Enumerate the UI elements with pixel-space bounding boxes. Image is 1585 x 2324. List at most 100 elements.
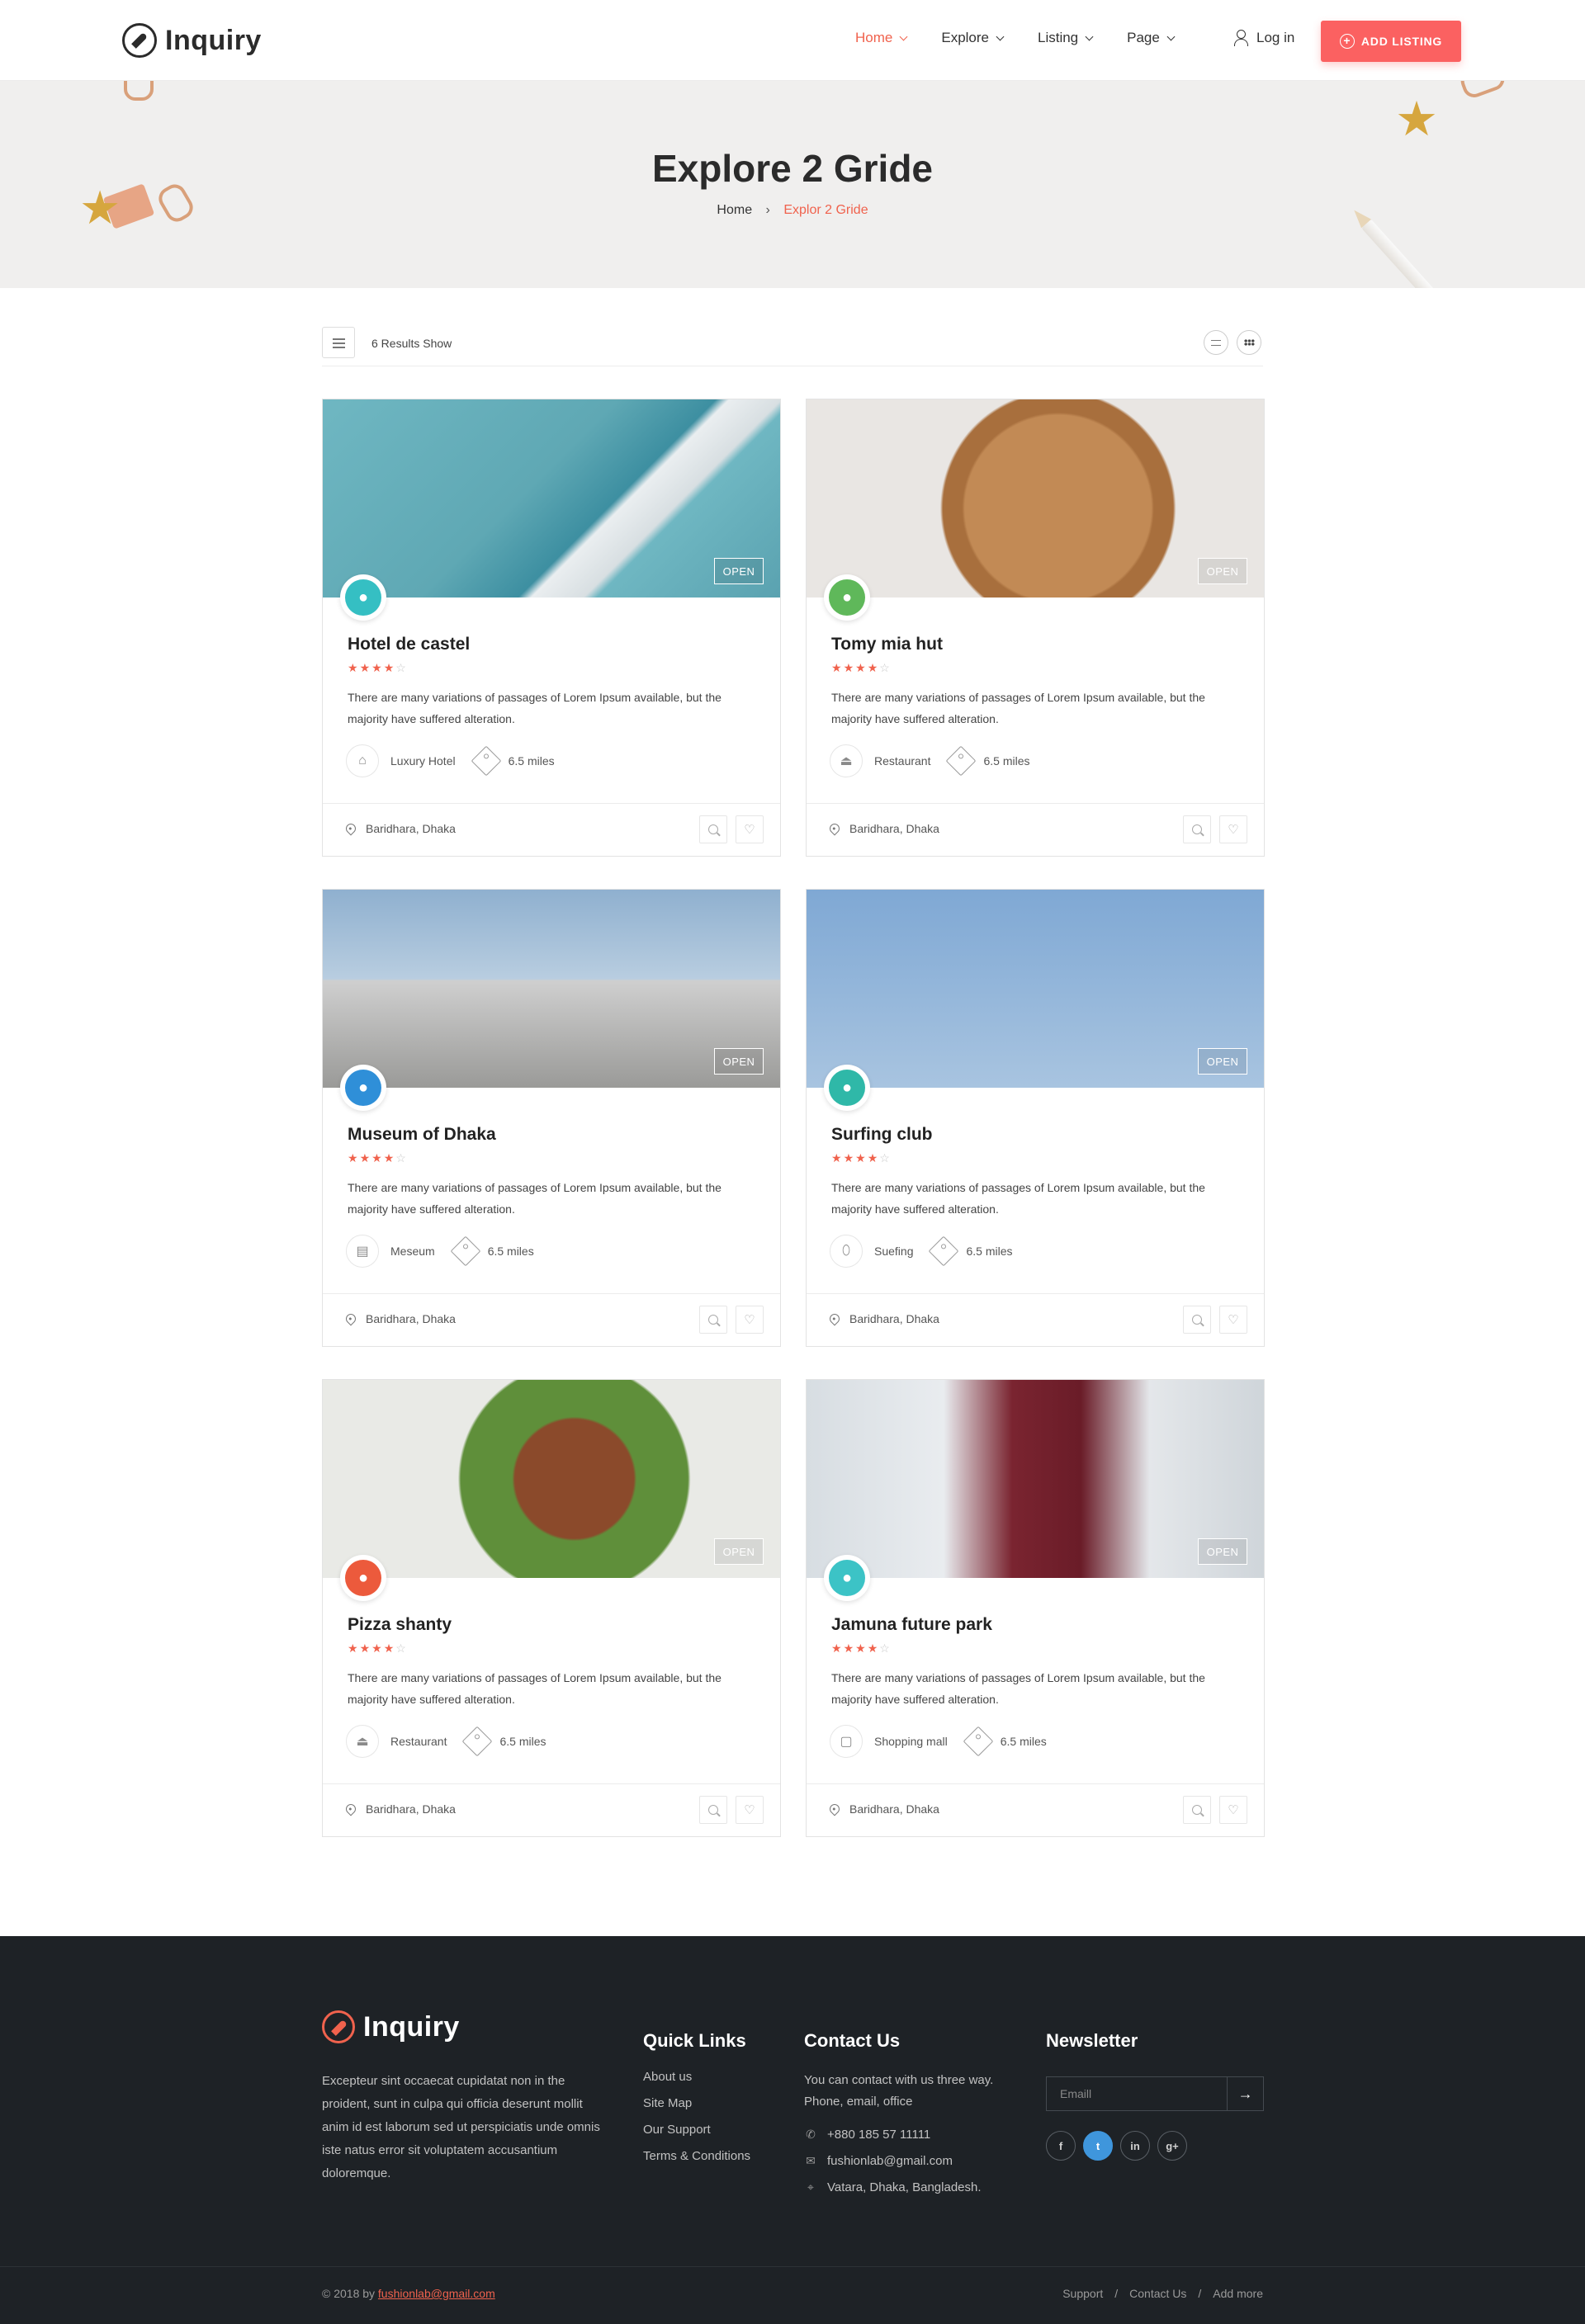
listing-meta: ▤ Meseum 6.5 miles (346, 1235, 534, 1268)
zoom-icon (1192, 1805, 1202, 1815)
footer-link[interactable]: Site Map (643, 2096, 750, 2123)
mail-icon: ✉ (806, 2153, 816, 2167)
listing-image[interactable] (323, 399, 780, 598)
listing-card[interactable]: OPEN ● Tomy mia hut ★★★★☆ There are many… (806, 399, 1265, 857)
footer-link[interactable]: Terms & Conditions (643, 2149, 750, 2175)
listing-distance: 6.5 miles (487, 1245, 534, 1258)
linkedin-icon[interactable]: in (1120, 2131, 1150, 2161)
logo-text: Inquiry (165, 24, 262, 56)
contact-phone: ✆ +880 185 57 11111 (804, 2121, 1035, 2147)
favorite-button[interactable]: ♡ (1219, 1306, 1247, 1334)
nav-item-page[interactable]: Page (1127, 30, 1176, 46)
login-link[interactable]: Log in (1233, 30, 1294, 46)
bottom-link-support[interactable]: Support (1062, 2287, 1103, 2300)
filter-list-button[interactable] (322, 327, 355, 358)
email-value[interactable]: fushionlab@gmail.com (827, 2154, 953, 2168)
tag-icon (963, 1726, 994, 1757)
grid-view-button[interactable] (1237, 330, 1261, 355)
bottom-links: Support / Contact Us / Add more (1062, 2287, 1263, 2300)
star-icon: ★ (371, 1151, 384, 1164)
site-footer: Inquiry Excepteur sint occaecat cupidata… (0, 1936, 1585, 2324)
bottom-link-add-more[interactable]: Add more (1213, 2287, 1263, 2300)
listing-meta: ⏏ Restaurant 6.5 miles (830, 744, 1030, 777)
favorite-button[interactable]: ♡ (1219, 815, 1247, 843)
zoom-button[interactable] (1183, 1796, 1211, 1824)
listing-title[interactable]: Jamuna future park (831, 1615, 992, 1635)
newsletter-submit-button[interactable]: → (1227, 2077, 1263, 2110)
list-view-icon (1211, 339, 1221, 346)
chevron-down-icon (1085, 32, 1094, 40)
address-value: Vatara, Dhaka, Bangladesh. (827, 2180, 982, 2194)
separator: / (1198, 2287, 1202, 2300)
listing-title[interactable]: Tomy mia hut (831, 635, 943, 654)
star-icon: ★ (855, 1641, 868, 1655)
listing-card[interactable]: OPEN ● Museum of Dhaka ★★★★☆ There are m… (322, 889, 781, 1347)
listing-location: Baridhara, Dhaka (343, 1311, 456, 1326)
favorite-button[interactable]: ♡ (736, 815, 764, 843)
listing-title[interactable]: Hotel de castel (348, 635, 470, 654)
listing-description: There are many variations of passages of… (831, 1181, 1205, 1216)
nav-item-listing[interactable]: Listing (1038, 30, 1094, 46)
page-title: Explore 2 Gride (651, 147, 933, 190)
favorite-button[interactable]: ♡ (736, 1796, 764, 1824)
nav-item-explore[interactable]: Explore (941, 30, 1005, 46)
listing-image[interactable] (807, 399, 1264, 598)
zoom-button[interactable] (1183, 815, 1211, 843)
heart-icon: ♡ (744, 1803, 755, 1817)
listing-category: Meseum (390, 1245, 435, 1258)
zoom-button[interactable] (1183, 1306, 1211, 1334)
footer-link[interactable]: About us (643, 2070, 750, 2096)
zoom-button[interactable] (699, 815, 727, 843)
nav-item-home[interactable]: Home (855, 30, 908, 46)
breadcrumb-home[interactable]: Home (717, 203, 752, 217)
listing-image[interactable] (807, 890, 1264, 1088)
copyright-email-link[interactable]: fushionlab@gmail.com (378, 2287, 495, 2300)
plus-circle-icon: + (1339, 34, 1355, 49)
footer-logo[interactable]: Inquiry (322, 2010, 460, 2043)
listing-card[interactable]: OPEN ● Surfing club ★★★★☆ There are many… (806, 889, 1265, 1347)
star-icon: ☆ (879, 661, 892, 674)
chevron-down-icon (1166, 32, 1176, 40)
listing-image[interactable] (807, 1380, 1264, 1578)
zoom-button[interactable] (699, 1796, 727, 1824)
zoom-icon (708, 824, 718, 834)
favorite-button[interactable]: ♡ (1219, 1796, 1247, 1824)
site-header: Inquiry Home Explore Listing Page Log in… (0, 0, 1585, 81)
newsletter-email-input[interactable]: Emaill (1047, 2077, 1227, 2110)
add-listing-button[interactable]: + ADD LISTING (1321, 21, 1461, 62)
listing-image[interactable] (323, 890, 780, 1088)
brand-logo-icon: ● (829, 1560, 865, 1596)
favorite-button[interactable]: ♡ (736, 1306, 764, 1334)
listing-category: Restaurant (874, 754, 931, 768)
zoom-button[interactable] (699, 1306, 727, 1334)
zoom-icon (708, 1805, 718, 1815)
listing-card[interactable]: OPEN ● Pizza shanty ★★★★☆ There are many… (322, 1379, 781, 1837)
listing-location: Baridhara, Dhaka (827, 1802, 939, 1816)
user-icon (1233, 30, 1248, 46)
copyright: © 2018 by fushionlab@gmail.com (322, 2287, 495, 2300)
nav-label: Explore (941, 30, 989, 45)
twitter-icon[interactable]: t (1083, 2131, 1113, 2161)
location-text: Baridhara, Dhaka (366, 1312, 456, 1325)
footer-link[interactable]: Our Support (643, 2123, 750, 2149)
heart-icon: ♡ (1228, 1313, 1239, 1327)
list-view-button[interactable] (1204, 330, 1228, 355)
listing-title[interactable]: Museum of Dhaka (348, 1125, 496, 1145)
listing-title[interactable]: Surfing club (831, 1125, 933, 1145)
bottom-link-contact[interactable]: Contact Us (1129, 2287, 1186, 2300)
star-icon: ☆ (395, 1151, 408, 1164)
listing-card[interactable]: OPEN ● Hotel de castel ★★★★☆ There are m… (322, 399, 781, 857)
listing-card[interactable]: OPEN ● Jamuna future park ★★★★☆ There ar… (806, 1379, 1265, 1837)
logo[interactable]: Inquiry (122, 23, 262, 58)
star-icon: ★ (831, 1641, 844, 1655)
listing-title[interactable]: Pizza shanty (348, 1615, 452, 1635)
listing-description: There are many variations of passages of… (348, 1181, 722, 1216)
listing-image[interactable] (323, 1380, 780, 1578)
star-icon: ★ (383, 1641, 396, 1655)
facebook-icon[interactable]: f (1046, 2131, 1076, 2161)
google-plus-icon[interactable]: g+ (1157, 2131, 1187, 2161)
location-pin-icon (343, 1802, 358, 1816)
star-icon: ★ (383, 1151, 396, 1164)
listing-footer: Baridhara, Dhaka ♡ (807, 1293, 1264, 1346)
tag-icon (450, 1235, 481, 1267)
